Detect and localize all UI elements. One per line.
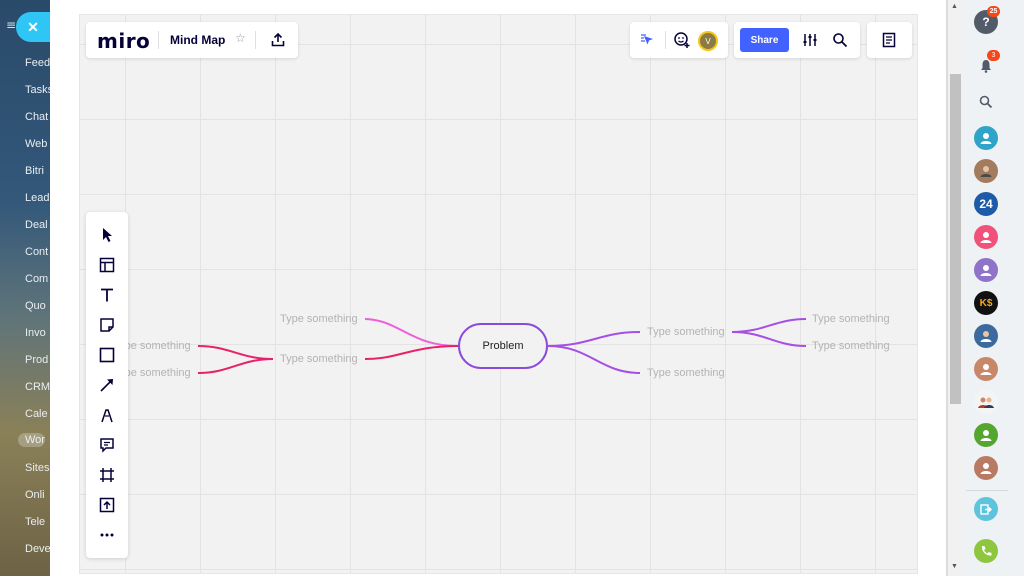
menu-item-crm[interactable]: CRM [25, 381, 50, 393]
notifications-bell-icon[interactable]: 3 [974, 50, 1000, 78]
contact-avatar-photo[interactable] [974, 324, 998, 348]
miro-board-canvas[interactable]: Problem Type something Type something Ty… [79, 14, 918, 574]
divider [255, 31, 256, 49]
search-icon[interactable] [974, 90, 998, 114]
menu-item-chat[interactable]: Chat [25, 111, 48, 123]
menu-item-invoices[interactable]: Invo [25, 327, 46, 339]
connection-line-icon[interactable] [94, 372, 120, 398]
menu-item-bitrix[interactable]: Bitri [25, 165, 44, 177]
bitrix-left-menu: ≡ ✕ Feed Tasks Chat Web Bitri Lead Deal … [0, 0, 50, 576]
mindmap-node[interactable]: Type something [812, 313, 890, 325]
miro-logo[interactable]: miro [97, 29, 150, 53]
connector-right-lower [547, 345, 641, 374]
share-toolbar: Share [734, 22, 860, 58]
tool-palette [86, 212, 128, 558]
connector-left-l2-upper [197, 345, 274, 360]
menu-icon[interactable]: ≡ [6, 18, 16, 32]
contact-avatar[interactable] [974, 423, 998, 447]
menu-item-contacts[interactable]: Cont [25, 246, 48, 258]
connector-left-upper [364, 318, 459, 347]
open-channel-icon[interactable] [974, 497, 998, 521]
scroll-down-icon[interactable]: ▼ [951, 563, 958, 570]
notes-icon[interactable] [879, 30, 899, 50]
connector-left-lower [364, 345, 459, 360]
menu-item-quotes[interactable]: Quo [25, 300, 46, 312]
contact-avatar-group[interactable] [974, 390, 998, 414]
menu-item-products[interactable]: Prod [25, 354, 48, 366]
divider [665, 31, 666, 49]
more-tools-icon[interactable] [94, 522, 120, 548]
board-title[interactable]: Mind Map [170, 33, 225, 47]
scrollbar-thumb[interactable] [950, 74, 961, 404]
contact-avatar-photo[interactable] [974, 159, 998, 183]
mindmap-node[interactable]: Type something [812, 340, 890, 352]
contact-avatar[interactable] [974, 126, 998, 150]
mindmap-node[interactable]: Type something [647, 367, 725, 379]
phone-call-icon[interactable] [974, 539, 998, 563]
share-button[interactable]: Share [740, 28, 789, 52]
mindmap-node[interactable]: Type something [280, 353, 358, 365]
menu-item-developer[interactable]: Deve [25, 543, 50, 555]
settings-sliders-icon[interactable] [800, 30, 820, 50]
contact-avatar-k[interactable]: K$ [974, 291, 998, 315]
invite-user-icon[interactable] [672, 30, 692, 50]
menu-item-tasks[interactable]: Tasks [25, 84, 50, 96]
menu-item-feed[interactable]: Feed [25, 57, 50, 69]
help-badge: 25 [987, 6, 1000, 17]
search-icon[interactable] [830, 30, 850, 50]
mindmap-node[interactable]: Type something [280, 313, 358, 325]
menu-item-sites[interactable]: Sites [25, 462, 49, 474]
menu-item-companies[interactable]: Com [25, 273, 48, 285]
collaboration-toolbar: V [630, 22, 728, 58]
contact-avatar[interactable] [974, 258, 998, 282]
menu-item-telephony[interactable]: Tele [25, 516, 45, 528]
contact-avatar[interactable] [974, 456, 998, 480]
menu-item-leads[interactable]: Lead [25, 192, 49, 204]
menu-item-workgroups[interactable]: Wor [18, 433, 45, 447]
sticky-note-icon[interactable] [94, 312, 120, 338]
select-cursor-icon[interactable] [94, 222, 120, 248]
templates-icon[interactable] [94, 252, 120, 278]
contact-avatar[interactable] [974, 357, 998, 381]
connector-right-l2-lower [731, 331, 807, 347]
bitrix24-avatar[interactable]: 24 [974, 192, 998, 216]
pen-icon[interactable] [94, 402, 120, 428]
scroll-up-icon[interactable]: ▲ [951, 3, 958, 10]
menu-item-calendar[interactable]: Cale [25, 408, 48, 420]
reactions-cursor-icon[interactable] [638, 30, 658, 50]
text-tool-icon[interactable] [94, 282, 120, 308]
notes-toolbar [867, 22, 912, 58]
mindmap-connectors [197, 318, 807, 374]
menu-item-deals[interactable]: Deal [25, 219, 48, 231]
connector-left-l2-lower [197, 358, 274, 374]
export-icon[interactable] [268, 30, 288, 50]
upload-icon[interactable] [94, 492, 120, 518]
connector-right-l2-upper [731, 318, 807, 333]
scrollbar[interactable]: ▲ ▼ [948, 0, 964, 576]
connector-right-upper [547, 331, 641, 347]
help-icon[interactable]: ? 25 [974, 6, 1000, 34]
menu-item-online[interactable]: Onli [25, 489, 45, 501]
mindmap-node[interactable]: Type something [647, 326, 725, 338]
bitrix-right-panel: ▲ ▼ ? 25 3 24 K$ [948, 0, 1024, 576]
notifications-badge: 3 [987, 50, 1000, 61]
comment-icon[interactable] [94, 432, 120, 458]
shape-rectangle-icon[interactable] [94, 342, 120, 368]
divider [158, 31, 159, 49]
mindmap-root-node[interactable]: Problem [458, 323, 548, 369]
board-header: miro Mind Map ☆ [86, 22, 298, 58]
star-icon[interactable]: ☆ [235, 31, 246, 45]
user-avatar[interactable]: V [698, 31, 718, 51]
contact-avatar[interactable] [974, 225, 998, 249]
close-slider-button[interactable]: ✕ [16, 12, 50, 42]
divider [966, 490, 1008, 491]
menu-item-web[interactable]: Web [25, 138, 47, 150]
frame-icon[interactable] [94, 462, 120, 488]
